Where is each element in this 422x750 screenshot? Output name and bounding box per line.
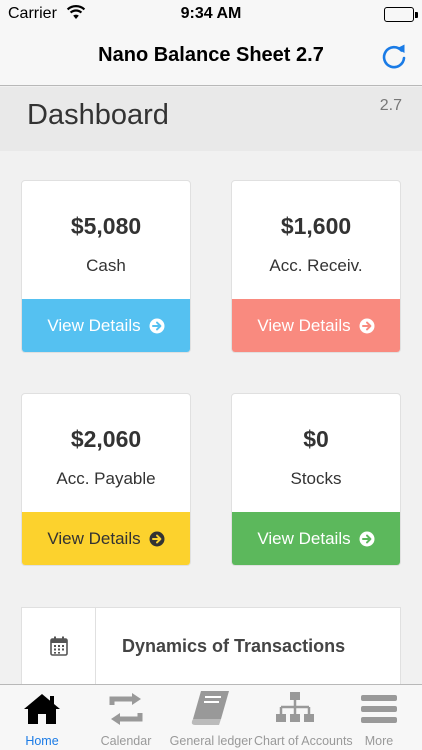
view-details-label: View Details <box>257 528 351 548</box>
tab-home-label: Home <box>25 734 59 748</box>
arrow-circle-right-icon <box>359 318 375 333</box>
cash-view-details-button[interactable]: View Details <box>22 299 190 352</box>
navigation-bar: Nano Balance Sheet 2.7 <box>0 30 422 86</box>
payables-label: Acc. Payable <box>56 469 156 488</box>
tab-chart-of-accounts[interactable]: Chart of Accounts <box>254 685 353 750</box>
status-bar: Carrier 9:34 AM <box>0 0 422 30</box>
tab-general-ledger[interactable]: General ledger <box>168 685 254 750</box>
receivables-amount: $1,600 <box>280 213 352 239</box>
cash-amount: $5,080 <box>70 213 142 239</box>
tab-home[interactable]: Home <box>0 685 84 750</box>
tab-bar: Home Calendar General ledger Chart of Ac… <box>0 684 422 750</box>
app-title: Nano Balance Sheet 2.7 <box>98 44 324 66</box>
receivables-card: $1,600 Acc. Receiv. View Details <box>231 180 401 353</box>
tab-more[interactable]: More <box>336 685 422 750</box>
home-icon <box>24 694 60 724</box>
tab-more-label: More <box>364 734 394 748</box>
receivables-view-details-button[interactable]: View Details <box>232 299 400 352</box>
stocks-view-details-button[interactable]: View Details <box>232 512 400 565</box>
tab-calendar[interactable]: Calendar <box>84 685 168 750</box>
battery-icon <box>384 7 418 22</box>
cash-label: Cash <box>86 256 126 275</box>
payables-view-details-button[interactable]: View Details <box>22 512 190 565</box>
tab-chart-of-accounts-label: Chart of Accounts <box>254 734 353 748</box>
dynamics-label: Dynamics of Transactions <box>122 636 346 656</box>
dynamics-of-transactions-row[interactable]: Dynamics of Transactions <box>21 607 401 688</box>
arrow-circle-right-icon <box>149 318 165 333</box>
cash-card: $5,080 Cash View Details <box>21 180 191 353</box>
refresh-icon <box>382 44 406 69</box>
clock: 9:34 AM <box>180 5 242 22</box>
refresh-button[interactable] <box>378 40 410 72</box>
view-details-label: View Details <box>257 315 351 335</box>
payables-card: $2,060 Acc. Payable View Details <box>21 393 191 566</box>
page-title: Dashboard <box>27 99 169 131</box>
arrow-circle-right-icon <box>149 531 165 546</box>
repeat-icon <box>109 693 143 725</box>
dynamics-icon-cell <box>22 608 96 688</box>
arrow-circle-right-icon <box>359 531 375 546</box>
receivables-label: Acc. Receiv. <box>269 256 363 275</box>
stocks-card: $0 Stocks View Details <box>231 393 401 566</box>
payables-amount: $2,060 <box>70 426 142 452</box>
book-icon <box>191 691 229 725</box>
dashboard-header: Dashboard 2.7 <box>0 87 422 151</box>
stocks-amount: $0 <box>303 426 329 452</box>
tab-general-ledger-label: General ledger <box>169 734 253 748</box>
menu-icon <box>361 695 397 723</box>
sitemap-icon <box>276 692 314 722</box>
view-details-label: View Details <box>47 315 141 335</box>
view-details-label: View Details <box>47 528 141 548</box>
tab-calendar-label: Calendar <box>100 734 152 748</box>
calendar-icon <box>50 636 68 656</box>
version-label: 2.7 <box>379 97 402 114</box>
stocks-label: Stocks <box>290 469 342 488</box>
